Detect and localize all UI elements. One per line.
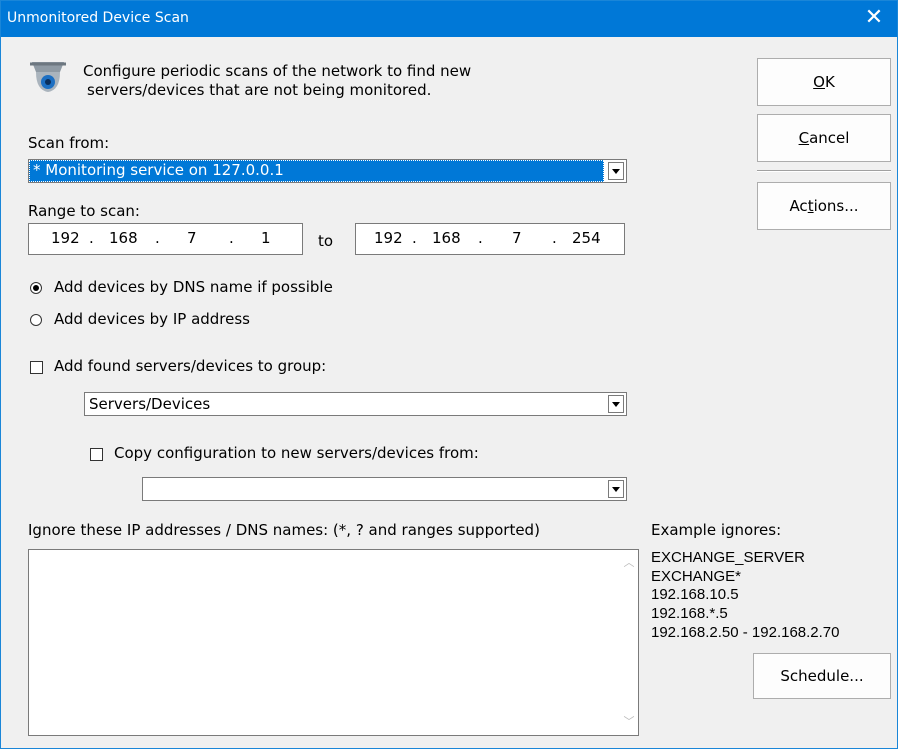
ip-octet: 254 bbox=[572, 229, 601, 247]
add-to-group-checkbox[interactable] bbox=[30, 361, 43, 374]
ignore-label: Ignore these IP addresses / DNS names: (… bbox=[28, 521, 540, 539]
dns-radio[interactable] bbox=[30, 282, 42, 294]
range-from-ip-input[interactable]: 192 . 168 . 7 . 1 bbox=[28, 223, 303, 255]
actions-button[interactable]: Ac t ions... bbox=[757, 182, 891, 230]
dialog-window: Unmonitored Device Scan ✕ Configure peri… bbox=[0, 0, 898, 749]
scroll-down-icon[interactable]: ﹀ bbox=[620, 713, 638, 731]
ip-dot: . bbox=[229, 229, 234, 247]
chevron-down-icon[interactable] bbox=[608, 395, 624, 413]
security-camera-icon bbox=[30, 62, 66, 92]
header-line-2: servers/devices that are not being monit… bbox=[87, 81, 432, 99]
copy-config-checkbox[interactable] bbox=[90, 448, 103, 461]
range-label: Range to scan: bbox=[28, 202, 140, 220]
scan-from-label: Scan from: bbox=[28, 134, 110, 152]
ip-octet: 168 bbox=[109, 229, 138, 247]
header-line-1: Configure periodic scans of the network … bbox=[83, 62, 472, 80]
range-to-label: to bbox=[318, 232, 334, 250]
chevron-down-icon[interactable] bbox=[608, 162, 624, 180]
ip-dot: . bbox=[155, 229, 160, 247]
ip-dot: . bbox=[478, 229, 483, 247]
ok-button[interactable]: OK bbox=[757, 58, 891, 106]
chevron-down-icon[interactable] bbox=[608, 480, 624, 498]
example-item: 192.168.10.5 bbox=[651, 586, 739, 603]
scan-from-select[interactable]: * Monitoring service on 127.0.0.1 bbox=[28, 159, 627, 183]
example-item: 192.168.2.50 - 192.168.2.70 bbox=[651, 624, 840, 641]
ip-octet: 192 bbox=[51, 229, 80, 247]
header-description: Configure periodic scans of the network … bbox=[83, 62, 471, 100]
close-icon[interactable]: ✕ bbox=[851, 1, 897, 37]
cancel-button[interactable]: Cancel bbox=[757, 114, 891, 162]
actions-label-pre: Ac bbox=[789, 197, 808, 215]
title-bar[interactable]: Unmonitored Device Scan ✕ bbox=[1, 1, 897, 37]
ip-octet: 192 bbox=[374, 229, 403, 247]
ignore-scrollbar[interactable]: ︿ ﹀ bbox=[620, 550, 638, 735]
add-to-group-label[interactable]: Add found servers/devices to group: bbox=[54, 357, 326, 375]
ip-dot: . bbox=[89, 229, 94, 247]
schedule-button[interactable]: Schedule... bbox=[753, 653, 891, 699]
dns-radio-label[interactable]: Add devices by DNS name if possible bbox=[54, 278, 333, 296]
ok-label-accel: O bbox=[813, 73, 825, 91]
copy-config-label[interactable]: Copy configuration to new servers/device… bbox=[114, 444, 479, 462]
example-item: 192.168.*.5 bbox=[651, 605, 728, 622]
example-item: EXCHANGE* bbox=[651, 568, 742, 585]
button-divider bbox=[757, 170, 891, 172]
scan-from-value: * Monitoring service on 127.0.0.1 bbox=[29, 160, 604, 182]
ip-dot: . bbox=[552, 229, 557, 247]
group-select-value: Servers/Devices bbox=[89, 395, 211, 413]
range-to-ip-input[interactable]: 192 . 168 . 7 . 254 bbox=[355, 223, 625, 255]
examples-title: Example ignores: bbox=[651, 521, 782, 539]
actions-label-post: ions... bbox=[813, 197, 859, 215]
copy-config-select[interactable] bbox=[142, 477, 627, 501]
ignore-textarea[interactable]: ︿ ﹀ bbox=[28, 549, 639, 736]
ip-octet: 168 bbox=[432, 229, 461, 247]
schedule-label: Schedule... bbox=[780, 667, 864, 685]
ip-dot: . bbox=[412, 229, 417, 247]
example-item: EXCHANGE_SERVER bbox=[651, 549, 805, 566]
window-title: Unmonitored Device Scan bbox=[7, 10, 189, 26]
ip-octet: 7 bbox=[187, 229, 197, 247]
cancel-label-post: ancel bbox=[809, 129, 850, 147]
ip-octet: 1 bbox=[261, 229, 271, 247]
ip-radio[interactable] bbox=[30, 314, 42, 326]
ip-radio-label[interactable]: Add devices by IP address bbox=[54, 310, 250, 328]
scroll-up-icon[interactable]: ︿ bbox=[620, 554, 638, 572]
ok-label-post: K bbox=[824, 73, 835, 91]
group-select[interactable]: Servers/Devices bbox=[84, 392, 627, 416]
ip-octet: 7 bbox=[512, 229, 522, 247]
cancel-label-accel: C bbox=[798, 129, 810, 147]
